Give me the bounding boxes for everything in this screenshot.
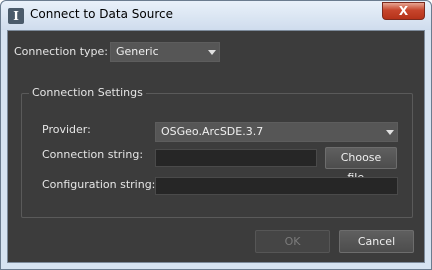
- connection-string-field[interactable]: [155, 149, 317, 167]
- connection-string-label: Connection string:: [42, 148, 144, 161]
- cancel-button[interactable]: Cancel: [339, 230, 414, 253]
- window-title: Connect to Data Source: [30, 7, 173, 21]
- connection-settings-group: Connection Settings Provider: OSGeo.ArcS…: [21, 86, 413, 218]
- connection-type-label: Connection type:: [14, 45, 109, 58]
- ok-button[interactable]: OK: [255, 230, 330, 253]
- configuration-string-field[interactable]: [155, 177, 398, 195]
- connection-type-value: Generic: [116, 45, 159, 58]
- configuration-string-label: Configuration string:: [42, 178, 156, 191]
- chevron-down-icon: [205, 43, 219, 61]
- provider-value: OSGeo.ArcSDE.3.7: [161, 125, 264, 138]
- chevron-down-icon: [383, 123, 397, 141]
- connection-settings-title: Connection Settings: [29, 86, 146, 99]
- dialog-body: Connection type: Generic Connection Sett…: [7, 30, 425, 263]
- dialog-window: I Connect to Data Source X Connection ty…: [0, 0, 432, 270]
- provider-dropdown[interactable]: OSGeo.ArcSDE.3.7: [155, 122, 398, 142]
- close-button[interactable]: X: [382, 2, 425, 20]
- app-icon: I: [8, 8, 24, 24]
- choose-file-button[interactable]: Choose file...: [325, 147, 397, 184]
- provider-label: Provider:: [42, 123, 91, 136]
- title-bar[interactable]: I Connect to Data Source X: [1, 1, 431, 30]
- connection-type-dropdown[interactable]: Generic: [110, 42, 220, 62]
